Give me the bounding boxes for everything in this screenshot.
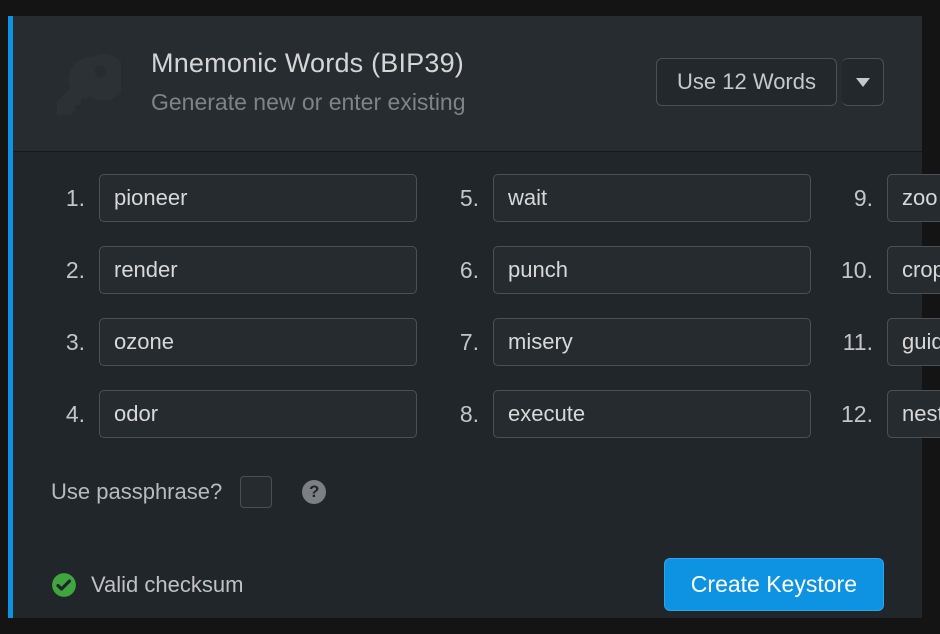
word-index: 2. — [51, 257, 85, 284]
mnemonic-slot: 1. — [51, 174, 417, 222]
check-circle-icon — [51, 572, 77, 598]
create-keystore-button[interactable]: Create Keystore — [664, 558, 884, 611]
mnemonic-slot: 7. — [445, 318, 811, 366]
mnemonic-word-input[interactable] — [887, 174, 940, 222]
word-count-button[interactable]: Use 12 Words — [656, 58, 837, 106]
mnemonic-word-input[interactable] — [99, 246, 417, 294]
panel-body: 1. 5. 9. 2. 6. 10. — [13, 151, 922, 633]
help-icon[interactable]: ? — [302, 480, 326, 504]
mnemonic-slot: 3. — [51, 318, 417, 366]
word-index: 12. — [839, 401, 873, 428]
mnemonic-word-input[interactable] — [99, 318, 417, 366]
mnemonic-word-input[interactable] — [99, 390, 417, 438]
word-index: 10. — [839, 257, 873, 284]
mnemonic-panel: Mnemonic Words (BIP39) Generate new or e… — [8, 16, 922, 618]
word-count-selector: Use 12 Words — [656, 58, 884, 106]
word-index: 9. — [839, 185, 873, 212]
mnemonic-word-input[interactable] — [493, 246, 811, 294]
mnemonic-grid: 1. 5. 9. 2. 6. 10. — [51, 174, 884, 438]
mnemonic-slot: 8. — [445, 390, 811, 438]
mnemonic-word-input[interactable] — [99, 174, 417, 222]
checksum-status-text: Valid checksum — [91, 572, 243, 598]
mnemonic-word-input[interactable] — [887, 390, 940, 438]
word-index: 11. — [839, 329, 873, 356]
passphrase-row: Use passphrase? ? — [51, 476, 884, 508]
mnemonic-word-input[interactable] — [887, 318, 940, 366]
checksum-status: Valid checksum — [51, 572, 243, 598]
panel-title: Mnemonic Words (BIP39) — [151, 48, 626, 79]
panel-subtitle: Generate new or enter existing — [151, 89, 626, 116]
chevron-down-icon — [856, 78, 870, 87]
mnemonic-slot: 12. — [839, 390, 940, 438]
mnemonic-slot: 2. — [51, 246, 417, 294]
mnemonic-slot: 4. — [51, 390, 417, 438]
mnemonic-word-input[interactable] — [493, 390, 811, 438]
word-count-dropdown-toggle[interactable] — [842, 58, 884, 106]
word-index: 7. — [445, 329, 479, 356]
word-index: 6. — [445, 257, 479, 284]
mnemonic-word-input[interactable] — [493, 174, 811, 222]
mnemonic-word-input[interactable] — [887, 246, 940, 294]
header-titles: Mnemonic Words (BIP39) Generate new or e… — [151, 48, 626, 116]
word-index: 4. — [51, 401, 85, 428]
word-index: 5. — [445, 185, 479, 212]
passphrase-checkbox[interactable] — [240, 476, 272, 508]
word-index: 8. — [445, 401, 479, 428]
panel-header: Mnemonic Words (BIP39) Generate new or e… — [13, 16, 922, 151]
passphrase-label: Use passphrase? — [51, 479, 222, 505]
mnemonic-slot: 10. — [839, 246, 940, 294]
mnemonic-slot: 6. — [445, 246, 811, 294]
panel-footer: Valid checksum Create Keystore — [51, 558, 884, 611]
key-icon — [51, 51, 121, 121]
mnemonic-word-input[interactable] — [493, 318, 811, 366]
word-index: 1. — [51, 185, 85, 212]
mnemonic-slot: 5. — [445, 174, 811, 222]
mnemonic-slot: 9. — [839, 174, 940, 222]
mnemonic-slot: 11. — [839, 318, 940, 366]
word-index: 3. — [51, 329, 85, 356]
